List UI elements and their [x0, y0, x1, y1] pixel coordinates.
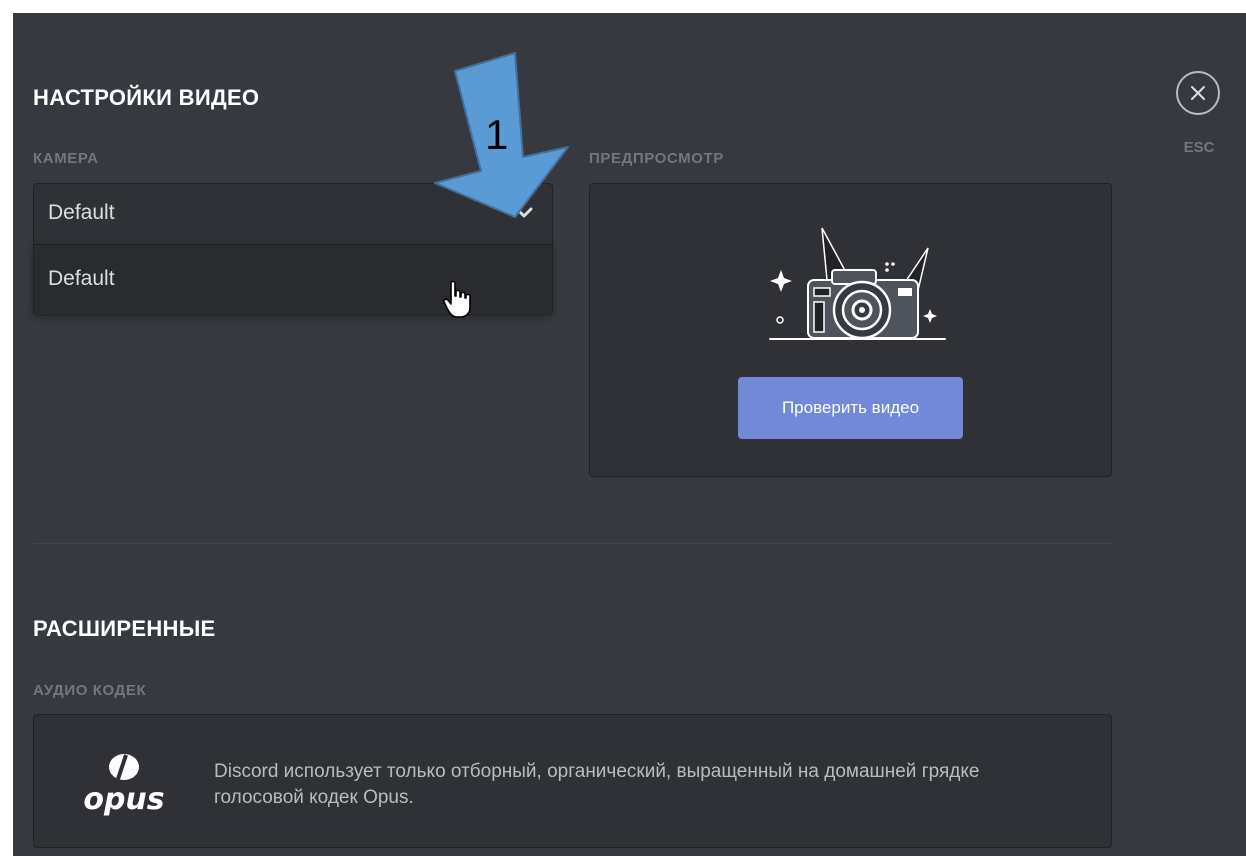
settings-window: НАСТРОЙКИ ВИДЕО КАМЕРА Default Default П…: [13, 13, 1246, 856]
camera-label: КАМЕРА: [33, 150, 99, 167]
hand-cursor-icon: [443, 280, 471, 318]
video-preview-panel: Проверить видео: [589, 183, 1112, 477]
test-video-button[interactable]: Проверить видео: [738, 377, 963, 439]
close-icon: [1191, 86, 1205, 100]
camera-option-default[interactable]: Default: [34, 245, 552, 313]
camera-dropdown: Default: [33, 245, 553, 315]
camera-icon: [769, 227, 946, 340]
audio-codec-description: Discord использует только отборный, орга…: [214, 761, 980, 808]
audio-codec-label: АУДИО КОДЕК: [33, 682, 147, 699]
svg-text:opus: opus: [83, 782, 164, 817]
audio-codec-panel: opus Discord использует только отборный,…: [33, 714, 1112, 848]
camera-select-value: Default: [48, 201, 115, 224]
preview-label: ПРЕДПРОСМОТР: [589, 150, 724, 167]
advanced-title: РАСШИРЕННЫЕ: [33, 616, 216, 641]
esc-label: ESC: [1183, 139, 1215, 156]
close-button[interactable]: [1176, 71, 1220, 115]
camera-option-label: Default: [48, 267, 115, 290]
annotation-number: 1: [485, 111, 509, 158]
video-settings-title: НАСТРОЙКИ ВИДЕО: [33, 85, 260, 110]
section-divider: [33, 543, 1113, 544]
opus-logo-icon: opus: [83, 754, 165, 817]
